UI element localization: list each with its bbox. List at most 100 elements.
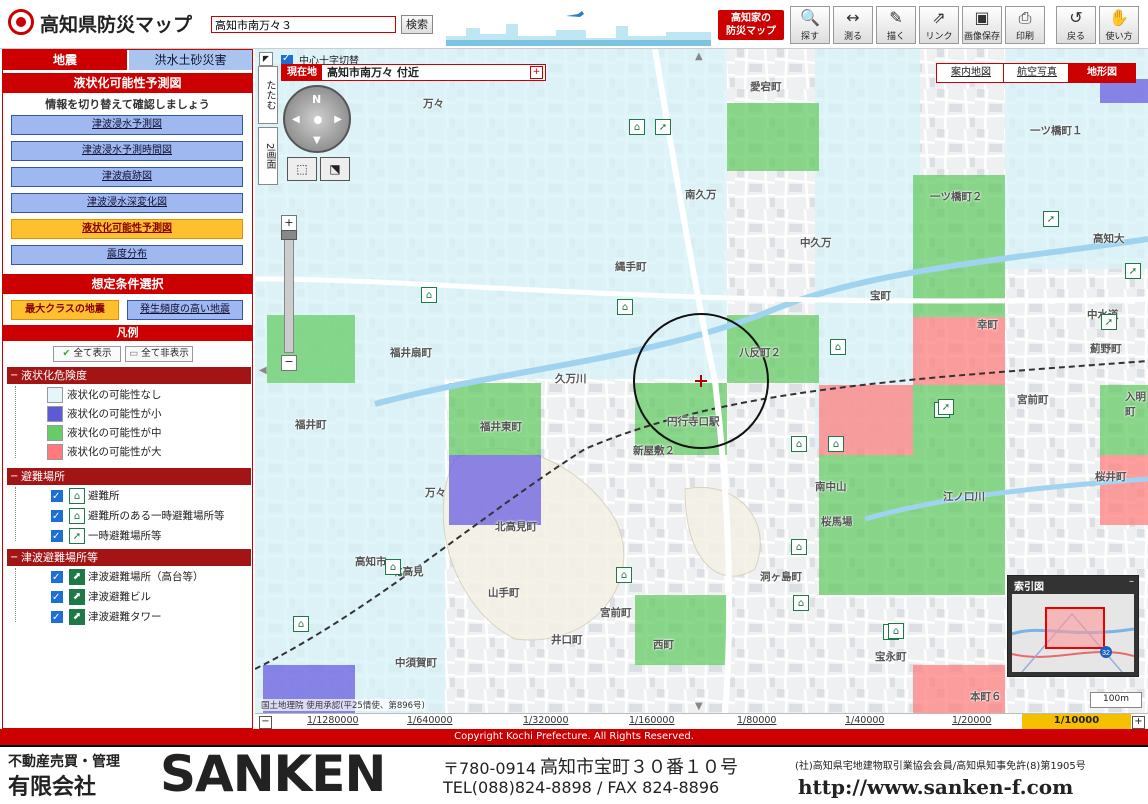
collapse-panel-button[interactable]: たたむ — [258, 66, 278, 124]
index-map[interactable]: 索引図 – 32 — [1007, 575, 1139, 677]
shelter-icon[interactable]: ⌂ — [293, 616, 309, 632]
scale-option[interactable]: 1/20000 — [952, 715, 991, 726]
pan-south-arrow-icon[interactable]: ▼ — [695, 701, 703, 712]
legend-section-shelter[interactable]: 避難場所 — [7, 468, 251, 485]
compass-north: N — [312, 93, 322, 106]
split-view-button[interactable]: 2画面 — [258, 127, 278, 185]
place-label: 福井町 — [295, 419, 327, 431]
place-label: 入明町 — [1125, 391, 1146, 418]
tool-ruler-button[interactable]: ↔ 測る — [833, 6, 873, 44]
tool-link-button[interactable]: ⇗ リンク — [919, 6, 959, 44]
legend-checkbox[interactable] — [51, 488, 63, 506]
shelter-icon[interactable]: ⌂ — [385, 559, 401, 575]
pan-west-arrow-icon[interactable]: ◀ — [259, 365, 267, 376]
legend-item-tsunami[interactable]: ⬈津波避難場所（高台等） — [51, 568, 204, 587]
tool-printer-button[interactable]: ⎙ 印刷 — [1005, 6, 1045, 44]
tab-flood-landslide[interactable]: 洪水土砂災害 — [129, 50, 252, 70]
tool-save-button[interactable]: ▣ 画像保存 — [962, 6, 1002, 44]
map-layer-button-5[interactable]: 震度分布 — [11, 245, 243, 265]
zoom-slider-handle[interactable] — [281, 230, 297, 240]
legend-item-shelter[interactable]: ⌂避難所のある一時避難場所等 — [51, 507, 225, 526]
shelter-icon[interactable]: ⌂ — [888, 623, 904, 639]
evacuation-point-icon[interactable]: ➚ — [1101, 314, 1117, 330]
kochi-bosai-map-button[interactable]: 高知家の 防災マップ — [718, 10, 784, 40]
map-pan-control[interactable]: N ◀ ▶ ▼ — [283, 85, 351, 153]
evacuation-point-icon[interactable]: ➚ — [1125, 263, 1141, 279]
scale-option[interactable]: 1/640000 — [407, 715, 453, 726]
legend-section-tsunami[interactable]: 津波避難場所等 — [7, 549, 251, 566]
prefecture-logo-icon — [8, 9, 34, 35]
pan-right-icon[interactable]: ▶ — [334, 114, 342, 125]
show-all-button[interactable]: ✔ 全て表示 — [53, 346, 121, 362]
shelter-icon[interactable]: ⌂ — [791, 539, 807, 555]
scale-option[interactable]: 1/1280000 — [307, 715, 359, 726]
zoom-out-button[interactable]: − — [281, 355, 297, 371]
hide-all-button[interactable]: ▭ 全て非表示 — [125, 346, 193, 362]
legend-checkbox[interactable] — [51, 508, 63, 526]
tab-earthquake[interactable]: 地震 — [3, 50, 127, 70]
condition-frequent[interactable]: 発生頻度の高い地震 — [127, 300, 243, 320]
tool-help-button[interactable]: ✋ 使い方 — [1099, 6, 1139, 44]
map-layer-button-3[interactable]: 津波浸水深変化図 — [11, 193, 243, 213]
legend-item-tsunami[interactable]: ⬈津波避難ビル — [51, 588, 151, 607]
shelter-icon[interactable]: ⌂ — [830, 339, 846, 355]
pan-center-icon[interactable] — [314, 116, 322, 124]
locate-icon[interactable]: + — [530, 66, 543, 79]
legend-item-shelter[interactable]: ➚一時避難場所等 — [51, 527, 162, 546]
shelter-icon[interactable]: ⌂ — [629, 119, 645, 135]
index-map-view[interactable]: 32 — [1012, 594, 1134, 672]
place-label: 宮前町 — [600, 607, 632, 619]
map-layer-button-0[interactable]: 津波浸水予測図 — [11, 115, 243, 135]
pan-down-icon[interactable]: ▼ — [313, 135, 321, 146]
footer-tel-fax: TEL(088)824-8898 / FAX 824-8896 — [443, 778, 720, 797]
collapse-label: たたむ — [264, 80, 275, 110]
tool-pencil-button[interactable]: ✎ 描く — [876, 6, 916, 44]
rect-zoom-out-icon[interactable]: ⬔ — [320, 157, 350, 181]
scale-option[interactable]: 1/80000 — [737, 715, 776, 726]
legend-checkbox[interactable] — [51, 609, 63, 627]
pan-left-icon[interactable]: ◀ — [292, 114, 300, 125]
search-input[interactable] — [211, 16, 396, 33]
footer-url[interactable]: http://www.sanken-f.com — [798, 775, 1073, 799]
shelter-icon[interactable]: ⌂ — [791, 436, 807, 452]
pan-north-arrow-icon[interactable]: ▲ — [695, 51, 703, 62]
rect-zoom-in-icon[interactable]: ⬚ — [287, 157, 317, 181]
legend-item-shelter[interactable]: ⌂避難所 — [51, 487, 120, 506]
map-area[interactable]: 万々一ツ橋町１南久万一ツ橋町２中久万宝町高知大幸町中水道福井扇町八反町２福井東町… — [255, 49, 1148, 713]
map-layer-button-1[interactable]: 津波浸水予測時間図 — [11, 141, 243, 161]
map-layer-button-2[interactable]: 津波痕跡図 — [11, 167, 243, 187]
shelter-icon[interactable]: ⌂ — [828, 436, 844, 452]
evacuation-point-icon[interactable]: ➚ — [1043, 211, 1059, 227]
scale-zoom-out-button[interactable]: − — [259, 716, 272, 729]
scale-option[interactable]: 1/40000 — [845, 715, 884, 726]
legend-checkbox[interactable] — [51, 589, 63, 607]
map-type-aerial[interactable]: 航空写真 — [1003, 63, 1071, 83]
evacuation-point-icon[interactable]: ➚ — [938, 399, 954, 415]
zoom-in-button[interactable]: + — [281, 215, 297, 231]
legend-title: 凡例 — [3, 325, 252, 341]
index-map-minimize-icon[interactable]: – — [1129, 576, 1134, 587]
shelter-icon[interactable]: ⌂ — [617, 299, 633, 315]
tool-magnifier-button[interactable]: 🔍 探す — [790, 6, 830, 44]
shelter-icon[interactable]: ⌂ — [421, 287, 437, 303]
map-layer-button-4[interactable]: 液状化可能性予測図 — [11, 219, 243, 239]
legend-checkbox[interactable] — [51, 569, 63, 587]
search-button[interactable]: 検索 — [401, 15, 433, 34]
condition-max-class[interactable]: 最大クラスの地震 — [11, 300, 119, 320]
legend-section-liquefaction[interactable]: 液状化危険度 — [7, 367, 251, 384]
tool-undo-button[interactable]: ↺ 戻る — [1056, 6, 1096, 44]
scale-option[interactable]: 1/320000 — [523, 715, 569, 726]
legend-swatch — [47, 387, 63, 403]
zoom-slider-track[interactable] — [284, 231, 294, 353]
shelter-icon[interactable]: ⌂ — [616, 567, 632, 583]
map-type-guide[interactable]: 案内地図 — [936, 63, 1006, 83]
collapse-arrow-icon[interactable]: ◤ — [259, 52, 273, 66]
evacuation-point-icon[interactable]: ➚ — [655, 119, 671, 135]
legend-item-tsunami[interactable]: ⬈津波避難タワー — [51, 608, 162, 627]
legend-checkbox[interactable] — [51, 528, 63, 546]
map-type-terrain[interactable]: 地形図 — [1068, 63, 1136, 83]
scale-zoom-in-button[interactable]: + — [1132, 716, 1145, 729]
active-scale-label[interactable]: 1/10000 — [1022, 715, 1131, 726]
scale-option[interactable]: 1/160000 — [629, 715, 675, 726]
shelter-icon[interactable]: ⌂ — [793, 595, 809, 611]
